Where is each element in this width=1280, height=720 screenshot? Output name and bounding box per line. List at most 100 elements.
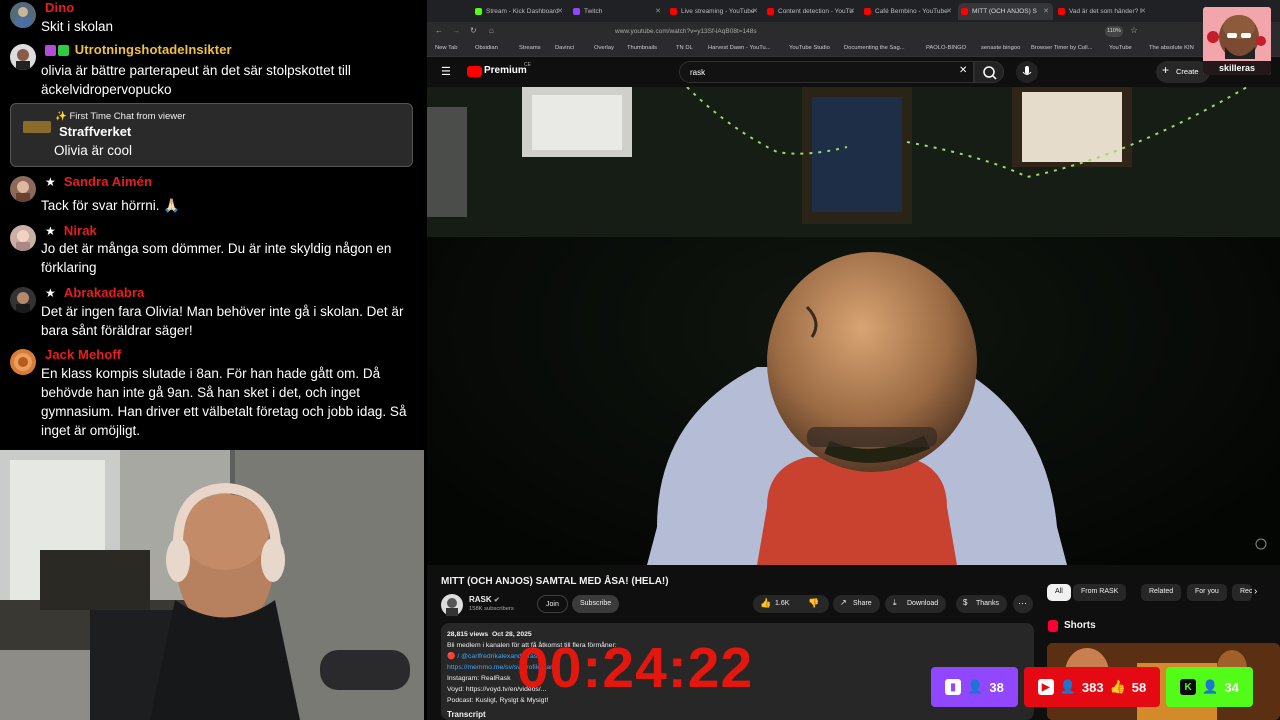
bookmark-item[interactable]: The absolute KIN (1149, 45, 1194, 51)
bookmark-item[interactable]: senaste bingoo (981, 45, 1020, 51)
twitch-count: 38 (989, 679, 1004, 695)
video-frame (427, 87, 1280, 565)
gift-badge-icon (58, 45, 69, 57)
shorts-heading: Shorts (1064, 620, 1096, 631)
chat-text: Det är ingen fara Olivia! Man behöver in… (41, 304, 404, 338)
chip-from-channel[interactable]: From RASK (1073, 584, 1127, 601)
chat-username[interactable]: Abrakadabra (64, 285, 145, 300)
chip-for-you[interactable]: For you (1187, 584, 1227, 601)
tab-label: Twitch (584, 8, 603, 15)
person-icon: 👤 (967, 679, 984, 694)
browser-tab[interactable]: Stream - Kick Dashboard ✕ (472, 3, 567, 20)
bookmark-item[interactable]: Thumbnails (627, 45, 657, 51)
close-icon[interactable]: ✕ (752, 7, 758, 15)
tab-label: Live streaming - YouTube (681, 8, 755, 15)
menu-icon[interactable]: ☰ (441, 65, 451, 78)
bookmark-item[interactable]: Streams (519, 45, 541, 51)
browser-tab[interactable]: Twitch ✕ (570, 3, 665, 20)
chat-username[interactable]: Jack Mehoff (45, 347, 121, 362)
plus-icon: + (1162, 63, 1170, 77)
bookmark-item[interactable]: New Tab (435, 45, 457, 51)
youtube-viewer-count: ▶ 👤 383 👍 58 (1024, 667, 1160, 707)
chat-username[interactable]: Sandra Aimén (64, 174, 152, 189)
browser-tab[interactable]: Live streaming - YouTube ✕ (667, 3, 762, 20)
chat-text: Jo det är många som dömmer. Du är inte s… (41, 241, 392, 275)
mic-icon[interactable] (1016, 61, 1038, 83)
avatar (10, 349, 36, 375)
thumbs-down-icon[interactable]: 👎 (808, 598, 819, 609)
first-time-chat-card: ✨ First Time Chat from viewer Straffverk… (10, 103, 413, 167)
bookmark-item[interactable]: YouTube Studio (789, 45, 830, 51)
twitch-icon (573, 8, 580, 15)
channel-avatar[interactable] (441, 594, 463, 616)
download-label: Download (907, 600, 939, 607)
youtube-header: ☰ Premium CE rask ✕ + Create (427, 57, 1280, 87)
bookmark-item[interactable]: Davinci (555, 45, 574, 51)
forward-icon[interactable]: → (452, 26, 460, 35)
video-player[interactable] (427, 87, 1280, 565)
avatar (10, 2, 36, 28)
like-count: 1.6K (775, 600, 790, 607)
zoom-indicator[interactable]: 110% (1105, 26, 1123, 37)
thanks-button[interactable]: $ Thanks (956, 595, 1007, 613)
person-icon: 👤 (1202, 679, 1219, 694)
channel-name[interactable]: RASK ✔ (469, 595, 500, 604)
more-options-icon[interactable]: ⋯ (1013, 595, 1033, 613)
verified-icon: ✔ (493, 597, 500, 604)
browser-tab[interactable]: Vad är det som händer? I ✕ (1055, 3, 1150, 20)
join-button[interactable]: Join (537, 595, 568, 613)
tab-label: Café Bernbino - YouTube (875, 8, 948, 15)
browser-tab-active[interactable]: MITT (OCH ANJOS) S ✕ (958, 3, 1053, 20)
bookmark-item[interactable]: Documenting the Sag... (844, 45, 905, 51)
bookmark-item[interactable]: Obsidian (475, 45, 498, 51)
close-icon[interactable]: ✕ (1043, 7, 1049, 15)
chat-username[interactable]: Straffverket (59, 124, 131, 139)
bookmark-item[interactable]: Harvest Dawn - YouTu... (708, 45, 771, 51)
person-icon: 👤 (1059, 679, 1076, 694)
chat-text: Skit i skolan (41, 19, 114, 34)
bookmark-item[interactable]: Browser Timer by Coll... (1031, 45, 1093, 51)
share-button[interactable]: ↗ Share (833, 595, 880, 613)
desc-section-title: Transcript (447, 710, 486, 719)
bookmark-item[interactable]: PAOLO-BINGO (926, 45, 966, 51)
avatar (10, 176, 36, 202)
download-button[interactable]: ⤓ Download (885, 595, 947, 613)
chip-all[interactable]: All (1047, 584, 1071, 601)
search-input[interactable]: rask (679, 61, 974, 83)
back-icon[interactable]: ← (435, 26, 443, 35)
close-icon[interactable]: ✕ (557, 7, 563, 15)
browser-tab[interactable]: Content detection - YouTu ✕ (764, 3, 859, 20)
chat-username[interactable]: Nirak (64, 223, 97, 238)
youtube-logo-icon[interactable] (467, 66, 482, 77)
reload-icon[interactable]: ↻ (470, 26, 477, 35)
like-button[interactable]: 👍 1.6K 👎 (753, 595, 829, 613)
twitch-viewer-count: ▮ 👤 38 (931, 667, 1018, 707)
close-icon[interactable]: ✕ (946, 7, 952, 15)
chat-username[interactable]: UtrotningshotadeInsikter (75, 42, 232, 57)
bookmark-item[interactable]: TN DL (676, 45, 693, 51)
chat-username[interactable]: Dino (45, 0, 74, 15)
close-icon[interactable]: ✕ (1140, 7, 1146, 15)
clear-search-icon[interactable]: ✕ (959, 65, 967, 76)
subscribe-button[interactable]: Subscribe (572, 595, 620, 613)
search-button[interactable] (974, 61, 1004, 83)
bookmark-star-icon[interactable]: ☆ (1130, 25, 1138, 36)
chip-recent[interactable]: Rec (1232, 584, 1252, 601)
chat-text: En klass kompis slutade i 8an. För han h… (41, 366, 407, 438)
youtube-icon (670, 8, 677, 15)
create-button[interactable]: + Create (1156, 61, 1210, 83)
chip-related[interactable]: Related (1141, 584, 1182, 601)
tab-label: MITT (OCH ANJOS) S (972, 8, 1037, 15)
bookmark-item[interactable]: Overlay (594, 45, 614, 51)
browser-tab[interactable]: Café Bernbino - YouTube ✕ (861, 3, 956, 20)
close-icon[interactable]: ✕ (655, 7, 661, 15)
close-icon[interactable]: ✕ (849, 7, 855, 15)
chat-username-row: ★ Abrakadabra (45, 285, 144, 300)
bookmark-item[interactable]: YouTube (1109, 45, 1132, 51)
chevron-right-icon[interactable]: › (1254, 586, 1257, 597)
kick-icon (475, 8, 482, 15)
youtube-logo-text[interactable]: Premium (484, 65, 527, 76)
url-field[interactable]: www.youtube.com/watch?v=y13Sf-lAqB08t=14… (615, 28, 757, 35)
chat-text: Tack för svar hörrni. 🙏🏻 (41, 198, 181, 213)
home-icon[interactable]: ⌂ (489, 26, 494, 35)
